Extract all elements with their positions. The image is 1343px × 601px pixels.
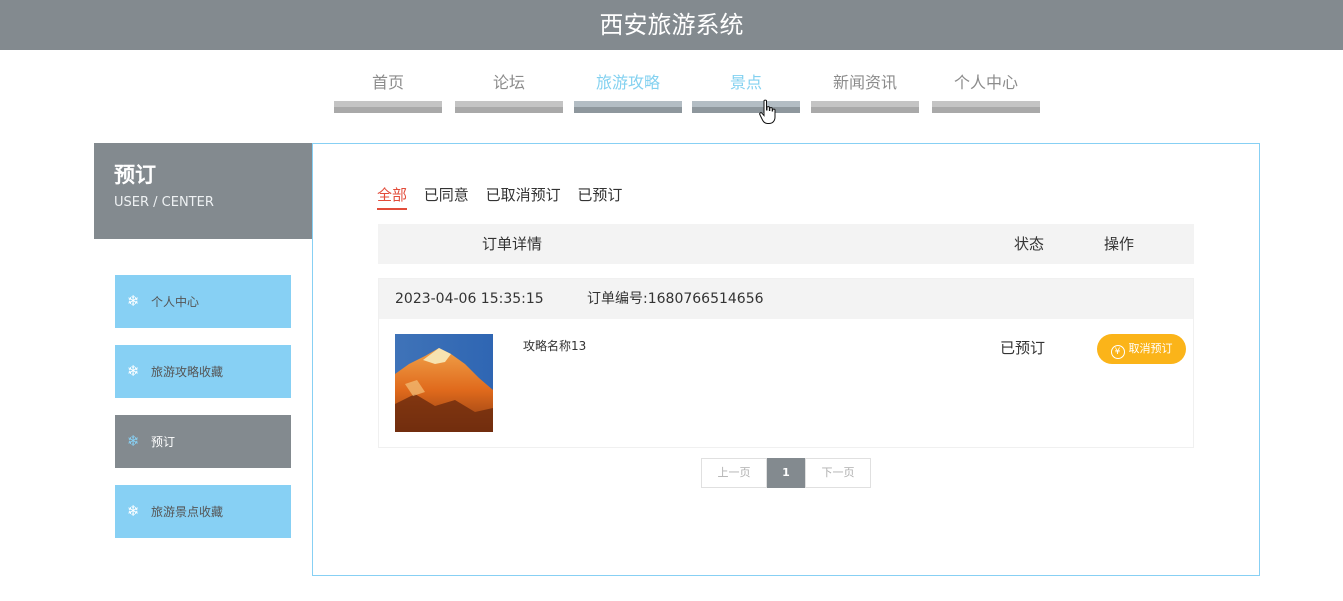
order-date: 2023-04-06 15:35:15 bbox=[395, 291, 544, 307]
nav-item-attractions[interactable]: 景点 bbox=[692, 72, 800, 114]
hand-cursor-icon bbox=[759, 99, 776, 124]
snowflake-icon: ❄ bbox=[127, 292, 140, 310]
top-nav: 首页 论坛 旅游攻略 景点 新闻资讯 个人中心 bbox=[0, 72, 1343, 114]
column-header-action: 操作 bbox=[1104, 235, 1135, 253]
snowflake-icon: ❄ bbox=[127, 502, 140, 520]
nav-item-label: 个人中心 bbox=[953, 73, 1018, 92]
sidebar-title: 预订 bbox=[114, 163, 156, 187]
snowflake-icon: ❄ bbox=[127, 362, 140, 380]
nav-item-underline bbox=[574, 101, 682, 113]
content-panel: 全部 已同意 已取消预订 已预订 订单详情 状态 操作 2023-04-06 1… bbox=[312, 143, 1260, 576]
nav-item-underline bbox=[811, 101, 919, 113]
cancel-booking-button[interactable]: ¥ 取消预订 bbox=[1097, 334, 1186, 364]
nav-item-label: 首页 bbox=[371, 73, 404, 92]
cancel-booking-label: 取消预订 bbox=[1128, 342, 1173, 355]
snowflake-icon: ❄ bbox=[127, 432, 140, 450]
pagination: 上一页 1 下一页 bbox=[701, 458, 871, 488]
yen-icon: ¥ bbox=[1110, 345, 1125, 359]
sidebar-item-booking[interactable]: ❄ 预订 bbox=[115, 415, 291, 468]
nav-item-travel-guide[interactable]: 旅游攻略 bbox=[574, 72, 682, 114]
mountain-photo bbox=[395, 334, 493, 432]
order-thumbnail[interactable] bbox=[395, 334, 493, 432]
sidebar-item-label: 旅游攻略收藏 bbox=[151, 365, 224, 379]
tab-agreed[interactable]: 已同意 bbox=[424, 184, 469, 208]
order-number: 订单编号:1680766514656 bbox=[587, 291, 764, 307]
order-status: 已预订 bbox=[1000, 339, 1046, 357]
sidebar-header: 预订 USER / CENTER bbox=[94, 143, 312, 239]
sidebar-item-guide-favorites[interactable]: ❄ 旅游攻略收藏 bbox=[115, 345, 291, 398]
sidebar-subtitle: USER / CENTER bbox=[114, 195, 214, 210]
nav-item-label: 论坛 bbox=[492, 73, 525, 92]
order-item-name: 攻略名称13 bbox=[523, 339, 587, 353]
sidebar-item-label: 旅游景点收藏 bbox=[151, 505, 224, 519]
tab-all[interactable]: 全部 bbox=[377, 184, 408, 210]
nav-item-user-center[interactable]: 个人中心 bbox=[932, 72, 1040, 114]
app-title: 西安旅游系统 bbox=[599, 11, 744, 39]
nav-item-label: 新闻资讯 bbox=[832, 73, 897, 92]
page-number-current[interactable]: 1 bbox=[767, 458, 805, 488]
tab-cancelled[interactable]: 已取消预订 bbox=[486, 184, 561, 208]
app-header: 西安旅游系统 bbox=[0, 0, 1343, 50]
sidebar-item-user-center[interactable]: ❄ 个人中心 bbox=[115, 275, 291, 328]
sidebar-item-attraction-favorites[interactable]: ❄ 旅游景点收藏 bbox=[115, 485, 291, 538]
next-page-button[interactable]: 下一页 bbox=[805, 458, 871, 488]
nav-item-underline bbox=[334, 101, 442, 113]
column-header-detail: 订单详情 bbox=[482, 235, 543, 253]
nav-item-forum[interactable]: 论坛 bbox=[455, 72, 563, 114]
sidebar-item-label: 个人中心 bbox=[151, 295, 200, 309]
column-header-status: 状态 bbox=[1014, 235, 1045, 253]
nav-item-label: 景点 bbox=[729, 73, 762, 92]
nav-item-underline bbox=[455, 101, 563, 113]
nav-item-label: 旅游攻略 bbox=[595, 73, 660, 92]
order-card: 2023-04-06 15:35:15 订单编号:1680766514656 攻… bbox=[378, 278, 1194, 448]
status-tabs: 全部 已同意 已取消预订 已预订 bbox=[377, 184, 634, 210]
nav-item-home[interactable]: 首页 bbox=[334, 72, 442, 114]
sidebar-item-label: 预订 bbox=[151, 435, 176, 449]
nav-item-underline bbox=[932, 101, 1040, 113]
table-header: 订单详情 状态 操作 bbox=[378, 224, 1194, 264]
nav-item-news[interactable]: 新闻资讯 bbox=[811, 72, 919, 114]
nav-item-underline bbox=[692, 101, 800, 113]
tab-booked[interactable]: 已预订 bbox=[577, 184, 622, 208]
order-header: 2023-04-06 15:35:15 订单编号:1680766514656 bbox=[379, 279, 1193, 319]
prev-page-button[interactable]: 上一页 bbox=[701, 458, 767, 488]
